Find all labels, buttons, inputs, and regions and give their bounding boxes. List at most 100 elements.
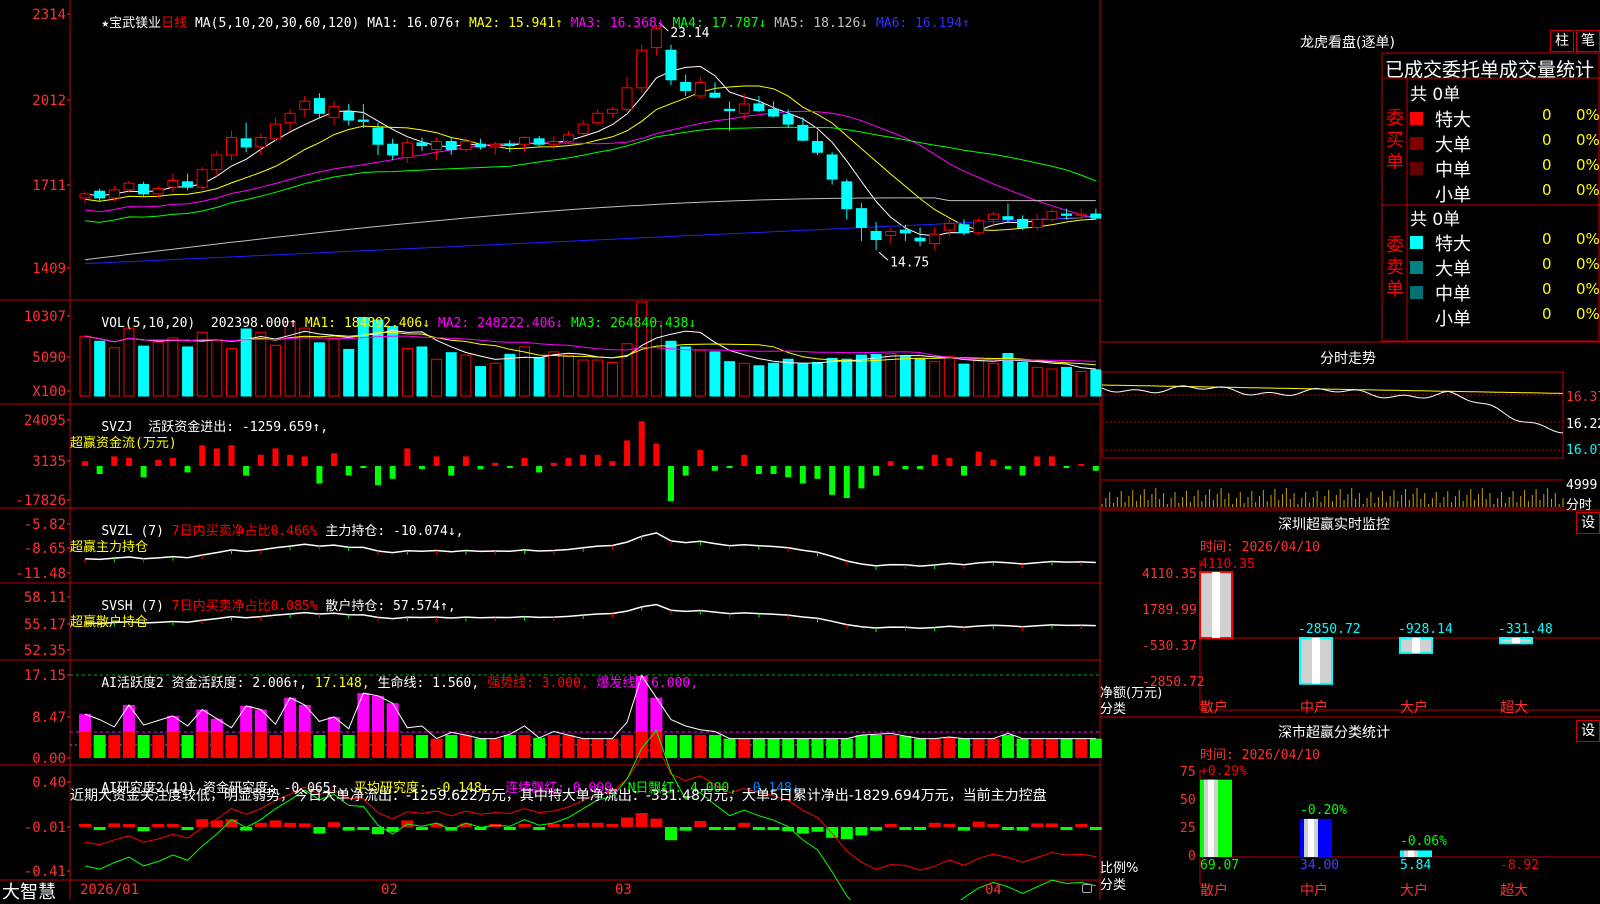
svsh-hold: 散户持仓: 57.574↑, [325,599,456,614]
sz-classify-axis-cat: 分类 [1100,878,1127,893]
candle-body [357,119,369,122]
active-bar [606,738,619,758]
flow-bar [389,466,396,479]
sz-monitor-time: 时间: 2026/04/10 [1200,540,1320,555]
active-bar [972,738,985,758]
flow-bar [770,466,777,474]
buy-row-pct: 0% [1576,181,1600,199]
bar-mode-button[interactable]: 柱 [1550,30,1574,52]
sz-classify-delta: -0.06% [1400,834,1447,850]
active-bar [1001,735,1014,758]
svzj-y-label: 3135 [32,454,66,470]
candle-body [914,237,926,242]
sz-classify-category: 中户 [1300,883,1328,899]
candle-body [372,127,384,145]
active-bar [122,732,135,758]
buy-side-text: 委买单 [1386,108,1404,173]
flow-bar [565,458,572,466]
active-bar [1060,738,1073,758]
sell-row-pct: 0% [1576,255,1600,273]
active-bar [1045,738,1058,758]
active-bar [225,735,238,758]
candle-body [460,141,472,151]
flow-bar [931,454,938,466]
flow-bar [990,459,997,466]
research-bar [606,824,619,827]
volume-bar [431,358,443,397]
buy-row-swatch [1410,112,1423,125]
lock-icon[interactable] [1082,884,1092,893]
buy-row-pct: 0% [1576,131,1600,149]
flow-bar [858,466,865,489]
sz-monitor-bar-highlight [1412,638,1420,653]
active-bar [1075,738,1088,758]
candle-body [182,181,194,188]
svzl-y-label: -5.82 [24,517,66,533]
candle-body [899,229,911,234]
volume-bar [621,343,633,397]
candle-body [870,230,882,241]
research-bar [547,824,560,827]
stock-name: ★宝武镁业 [101,16,162,31]
sz-monitor-y3: -530.37 [1142,639,1197,654]
volume-bar [812,361,823,397]
research-bar [870,827,883,831]
main-y-label: 1409 [32,261,66,277]
ai-active-y-label: 17.15 [24,668,66,684]
ma20-line [84,110,1096,219]
sell-side-label: 委卖单 [1386,235,1406,301]
svsh-ratio: 7日内买卖净占比0.085% [171,599,318,614]
research-bar [284,822,297,827]
candle-body [738,103,750,114]
active-bar [943,736,956,758]
svzl-hold: 主力持仓: -10.074↓, [325,524,464,539]
research-bar [928,822,941,827]
candle-body [489,143,501,148]
sz-classify-bar-shine [1408,850,1414,857]
research-bar [1016,827,1029,831]
vol-label: VOL(5,10,20) [101,316,196,331]
candle-body [1017,218,1029,228]
active-bar [79,732,91,758]
research-bar [313,827,326,834]
sell-row-pct: 0% [1576,305,1600,323]
flow-bar [697,450,704,466]
research-bar [987,824,1000,827]
candle-body [797,124,809,141]
dragon-tiger-title: 龙虎看盘(逐单) [1300,35,1395,51]
active-bar [914,738,927,758]
pen-mode-button[interactable]: 笔 [1576,30,1600,52]
volume-bar [94,340,106,397]
active-bar [196,732,209,758]
candle-body [152,188,164,195]
ai-active-life: 生命线: 1.560, [377,676,480,691]
candle-body [475,143,487,148]
sell-row-value: 0 [1542,230,1552,248]
flow-bar [462,456,469,466]
svzl-label: SVZL (7) [101,524,164,539]
ai-active-strong: 强势线: 3.000, [486,676,589,691]
candle-body [577,123,589,134]
sz-classify-settings-button[interactable]: 设 [1576,720,1600,742]
active-bar [723,738,736,758]
volume-bar [182,346,194,397]
research-bar [958,827,970,831]
period-label[interactable]: 日线 [161,16,187,31]
flow-bar [1019,466,1026,476]
flow-bar [946,458,953,466]
flow-bar [638,421,645,466]
vol-ma3: MA3: 264840.438↓ [570,316,697,331]
sz-monitor-settings-button[interactable]: 设 [1576,512,1600,534]
svzl-ratio: 7日内买卖净占比0.466% [171,524,318,539]
research-bar [679,827,692,831]
flow-bar [887,461,894,466]
research-bar [796,827,809,834]
sell-row-value: 0 [1542,305,1552,323]
active-bar [870,735,883,758]
svsh-y-label: 58.11 [24,590,66,606]
active-bar [298,732,311,758]
candle-body [1075,213,1087,216]
flow-bar [492,462,499,466]
flow-bar [477,466,484,470]
active-bar [474,738,487,758]
